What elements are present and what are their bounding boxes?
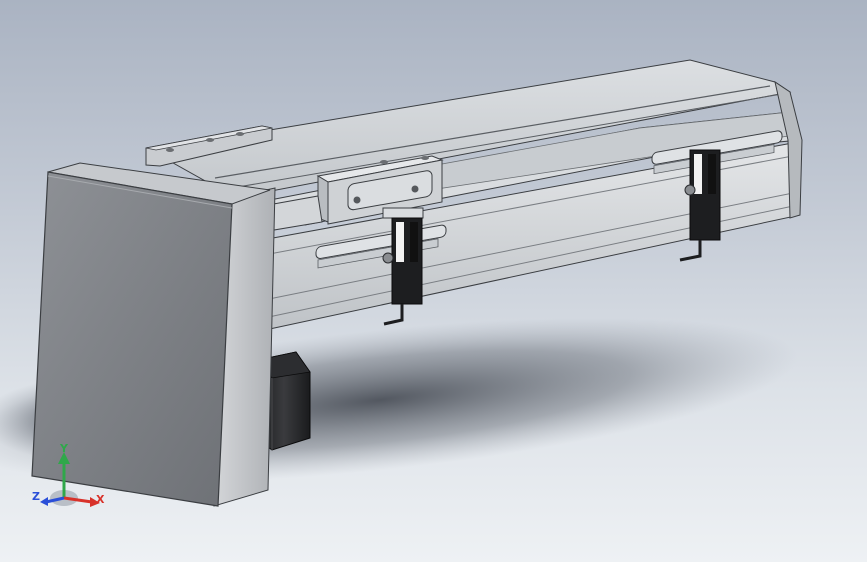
z-axis-label: Z [32,490,40,503]
y-axis-label: Y [59,442,69,455]
cad-viewport[interactable]: Y X Z [0,0,867,562]
x-axis-label: X [96,493,105,506]
linear-module-model[interactable] [0,0,867,562]
coordinate-triad: Y X Z [30,440,110,520]
